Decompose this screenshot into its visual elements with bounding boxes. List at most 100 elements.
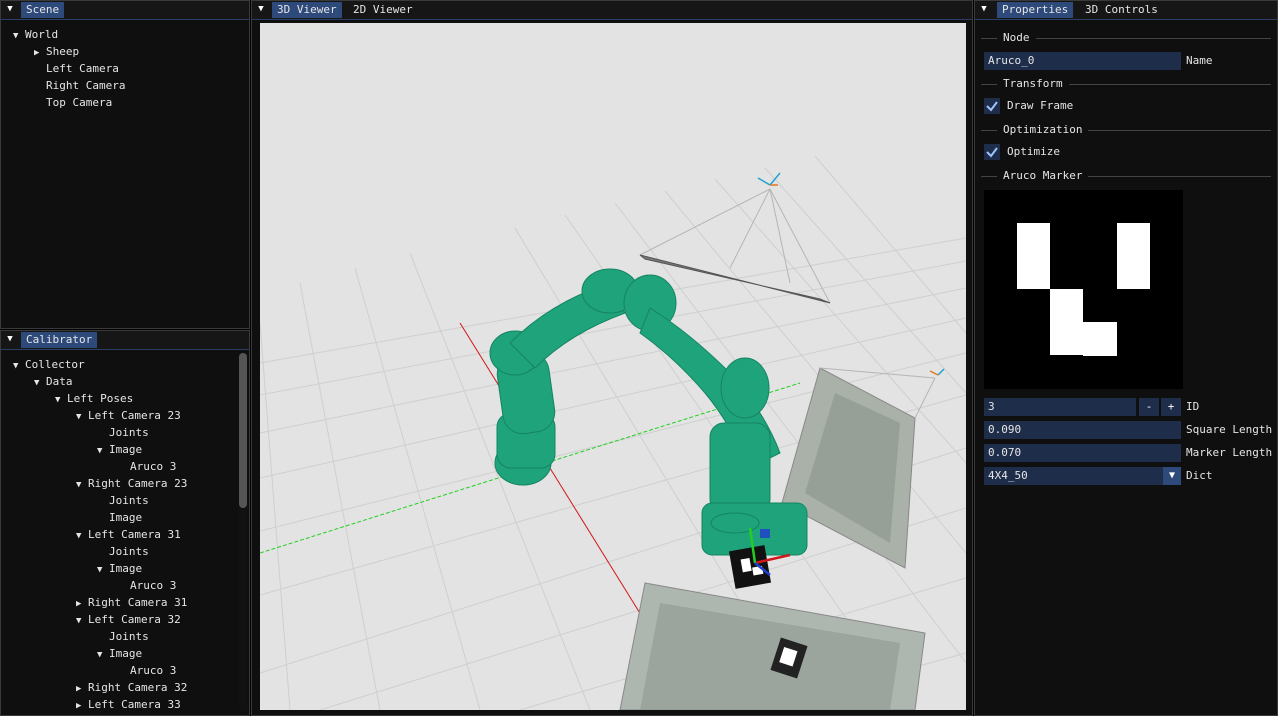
tab-properties[interactable]: Properties bbox=[997, 2, 1074, 18]
draw-frame-checkbox[interactable] bbox=[984, 98, 1000, 114]
tree-node[interactable]: ▼ Left Camera 23 bbox=[76, 408, 181, 424]
tree-node[interactable]: Right Camera bbox=[34, 78, 125, 94]
tree-node[interactable]: ▼ Image bbox=[97, 442, 142, 458]
3d-viewport[interactable] bbox=[260, 23, 966, 710]
section-transform-label: Transform bbox=[997, 77, 1069, 91]
calibrator-tabbar: ▼ Calibrator bbox=[1, 331, 249, 350]
viewer-tabbar: ▼ 3D Viewer 2D Viewer bbox=[252, 1, 972, 20]
tree-node-label: Joints bbox=[109, 545, 149, 558]
checkmark-icon bbox=[986, 147, 998, 158]
tree-node[interactable]: Left Camera bbox=[34, 61, 119, 77]
tree-node[interactable]: ▼ Left Camera 32 bbox=[76, 612, 181, 628]
square-length-label: Square Length bbox=[1186, 423, 1273, 436]
tree-node-label: Left Camera 23 bbox=[88, 409, 181, 422]
calibrator-scrollbar[interactable] bbox=[239, 353, 247, 711]
properties-tabbar: ▼ Properties 3D Controls bbox=[975, 1, 1277, 20]
tree-node[interactable]: ▶ Left Camera 33 bbox=[76, 697, 181, 713]
tree-node[interactable]: ▼ Data bbox=[34, 374, 73, 390]
marker-length-input[interactable]: 0.070 bbox=[984, 444, 1181, 462]
name-input[interactable]: Aruco_0 bbox=[984, 52, 1181, 70]
expand-down-icon[interactable]: ▼ bbox=[76, 409, 88, 425]
tree-node[interactable]: ▶ Sheep bbox=[34, 44, 79, 60]
tree-node-label: Top Camera bbox=[46, 96, 113, 109]
scene-tree: ▼ World ▶ Sheep Left Camera Right Camera Top C… bbox=[1, 21, 249, 328]
expand-down-icon[interactable]: ▼ bbox=[97, 562, 109, 578]
tree-node-label: Left Camera 32 bbox=[88, 613, 181, 626]
expand-down-icon[interactable]: ▼ bbox=[13, 358, 25, 374]
tree-node-label: Sheep bbox=[46, 45, 80, 58]
draw-frame-label: Draw Frame bbox=[1007, 99, 1074, 112]
optimize-checkbox[interactable] bbox=[984, 144, 1000, 160]
tree-node-label: Right Camera 32 bbox=[88, 681, 188, 694]
section-optimization: Optimization bbox=[981, 123, 1271, 137]
square-length-input[interactable]: 0.090 bbox=[984, 421, 1181, 439]
tree-node[interactable]: Aruco 3 bbox=[118, 578, 176, 594]
section-aruco-marker: Aruco Marker bbox=[981, 169, 1271, 183]
tab-calibrator[interactable]: Calibrator bbox=[21, 332, 98, 348]
tree-node-label: Image bbox=[109, 562, 143, 575]
tree-node-label: Image bbox=[109, 647, 143, 660]
tree-node-label: World bbox=[25, 28, 59, 41]
tree-node[interactable]: ▼ Right Camera 23 bbox=[76, 476, 187, 492]
expand-right-icon[interactable]: ▶ bbox=[34, 45, 46, 61]
scrollbar-thumb[interactable] bbox=[239, 353, 247, 508]
expand-down-icon[interactable]: ▼ bbox=[34, 375, 46, 391]
collapse-down-icon[interactable]: ▼ bbox=[255, 3, 267, 15]
tree-node[interactable]: Top Camera bbox=[34, 95, 112, 111]
id-label: ID bbox=[1186, 400, 1200, 413]
calibrator-tree: ▼ Collector ▼ Data ▼ Left Poses ▼ Left Camera 2… bbox=[1, 351, 249, 715]
tab-scene[interactable]: Scene bbox=[21, 2, 65, 18]
chevron-down-icon[interactable]: ▼ bbox=[1163, 467, 1181, 485]
section-transform: Transform bbox=[981, 77, 1271, 91]
tree-node[interactable]: ▼ Image bbox=[97, 561, 142, 577]
expand-right-icon[interactable]: ▶ bbox=[76, 681, 88, 697]
tab-3d-viewer[interactable]: 3D Viewer bbox=[272, 2, 342, 18]
tree-node[interactable]: Joints bbox=[97, 493, 149, 509]
tree-node-label: Data bbox=[46, 375, 73, 388]
3d-scene[interactable] bbox=[260, 23, 966, 710]
dict-select[interactable]: 4X4_50 bbox=[984, 467, 1163, 485]
tree-node-label: Aruco 3 bbox=[130, 460, 177, 473]
collapse-down-icon[interactable]: ▼ bbox=[4, 333, 16, 345]
expand-down-icon[interactable]: ▼ bbox=[55, 392, 67, 408]
id-increment-button[interactable]: + bbox=[1161, 398, 1181, 416]
tree-node[interactable]: ▶ Right Camera 31 bbox=[76, 595, 187, 611]
tree-node[interactable]: ▼ Left Poses bbox=[55, 391, 133, 407]
tree-node[interactable]: ▼ Collector bbox=[13, 357, 85, 373]
tree-node-label: Joints bbox=[109, 426, 149, 439]
expand-down-icon[interactable]: ▼ bbox=[76, 528, 88, 544]
expand-down-icon[interactable]: ▼ bbox=[13, 28, 25, 44]
dict-label: Dict bbox=[1186, 469, 1213, 482]
section-node-label: Node bbox=[997, 31, 1036, 45]
expand-down-icon[interactable]: ▼ bbox=[76, 613, 88, 629]
tree-node[interactable]: Joints bbox=[97, 425, 149, 441]
tree-node[interactable]: Aruco 3 bbox=[118, 459, 176, 475]
id-decrement-button[interactable]: - bbox=[1139, 398, 1159, 416]
tab-3d-controls[interactable]: 3D Controls bbox=[1080, 2, 1163, 18]
tab-2d-viewer[interactable]: 2D Viewer bbox=[348, 2, 418, 18]
expand-down-icon[interactable]: ▼ bbox=[97, 443, 109, 459]
id-input[interactable]: 3 bbox=[984, 398, 1136, 416]
tree-node-label: Aruco 3 bbox=[130, 664, 177, 677]
tree-node[interactable]: Aruco 3 bbox=[118, 663, 176, 679]
tree-node-label: Left Camera 33 bbox=[88, 698, 181, 711]
tree-node-label: Image bbox=[109, 443, 143, 456]
collapse-down-icon[interactable]: ▼ bbox=[978, 3, 990, 15]
expand-right-icon[interactable]: ▶ bbox=[76, 596, 88, 612]
tree-node-label: Collector bbox=[25, 358, 85, 371]
tree-node[interactable]: ▶ Right Camera 32 bbox=[76, 680, 187, 696]
collapse-down-icon[interactable]: ▼ bbox=[4, 3, 16, 15]
tree-node[interactable]: ▼ Image bbox=[97, 646, 142, 662]
tree-node[interactable]: Image bbox=[97, 510, 142, 526]
optimize-label: Optimize bbox=[1007, 145, 1060, 158]
properties-panel: ▼ Properties 3D Controls Node Aruco_0 Na… bbox=[974, 0, 1278, 716]
scene-tabbar: ▼ Scene bbox=[1, 1, 249, 20]
tree-node[interactable]: ▼ World bbox=[13, 27, 58, 43]
expand-right-icon[interactable]: ▶ bbox=[76, 698, 88, 714]
expand-down-icon[interactable]: ▼ bbox=[97, 647, 109, 663]
tree-node[interactable]: Joints bbox=[97, 544, 149, 560]
tree-node[interactable]: ▼ Left Camera 31 bbox=[76, 527, 181, 543]
tree-node[interactable]: Joints bbox=[97, 629, 149, 645]
expand-down-icon[interactable]: ▼ bbox=[76, 477, 88, 493]
tree-node-label: Joints bbox=[109, 494, 149, 507]
